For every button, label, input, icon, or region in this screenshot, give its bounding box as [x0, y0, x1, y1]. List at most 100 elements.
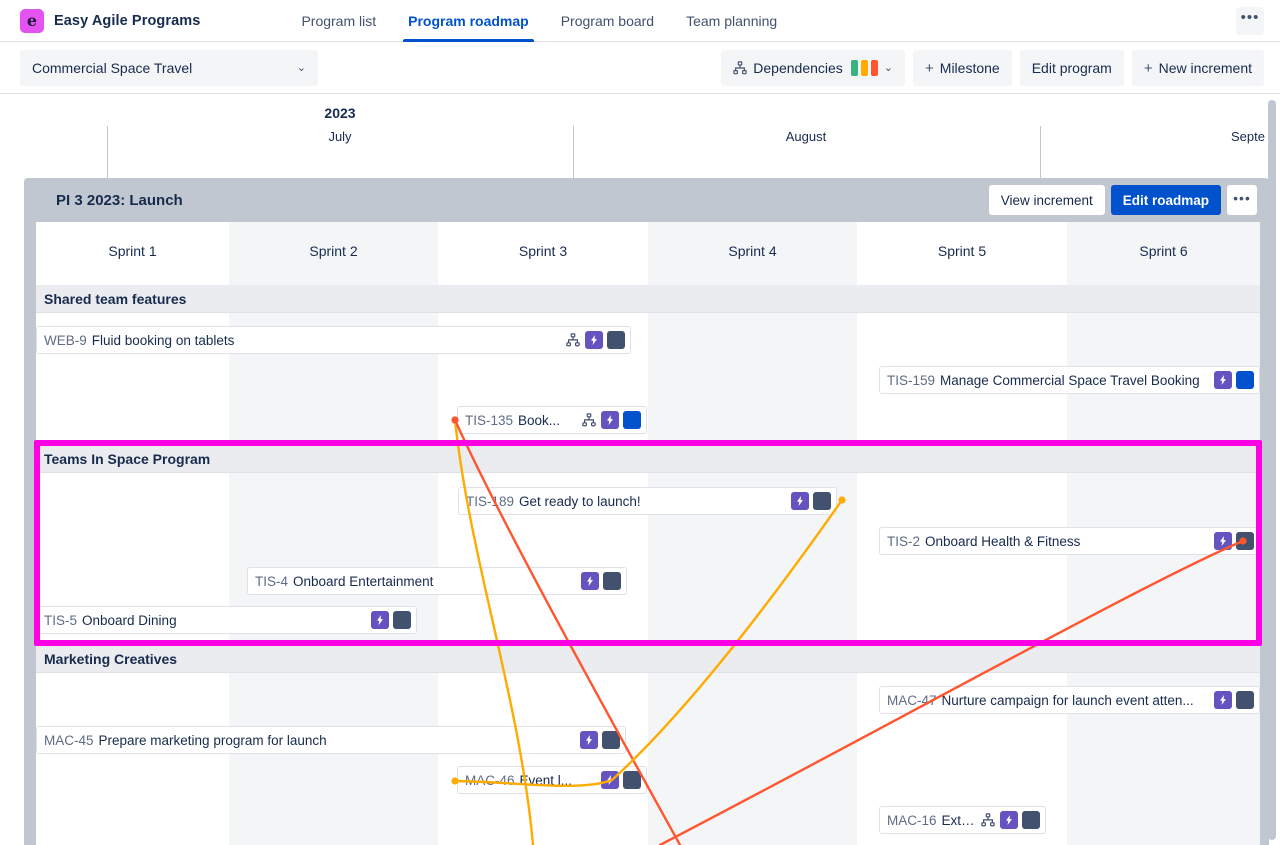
avatar-square-icon[interactable]: [393, 611, 411, 629]
issue-card-icons: [580, 731, 620, 749]
issue-card-tis-2[interactable]: TIS-2Onboard Health & Fitness: [879, 527, 1260, 555]
increment-more-icon[interactable]: •••: [1227, 185, 1257, 215]
dependencies-label: Dependencies: [753, 60, 843, 76]
issue-key: TIS-189: [466, 494, 514, 509]
issue-summary: Onboard Entertainment: [293, 574, 577, 589]
dependency-color-legend: [851, 60, 878, 76]
tab-program-list[interactable]: Program list: [285, 0, 392, 42]
issue-card-icons: [791, 492, 831, 510]
sprint-column-header-3[interactable]: Sprint 3: [438, 222, 648, 280]
issue-card-tis-4[interactable]: TIS-4 Onboard Entertainment: [247, 567, 627, 595]
sprint-column-header-2[interactable]: Sprint 2: [229, 222, 438, 280]
program-selector-value: Commercial Space Travel: [32, 60, 192, 76]
roadmap-board: Sprint 1Sprint 2Sprint 3Sprint 4Sprint 5…: [36, 222, 1260, 845]
avatar-square-icon[interactable]: [813, 492, 831, 510]
swimlane-label: Shared team features: [44, 291, 186, 307]
sprint-column-header-1[interactable]: Sprint 1: [36, 222, 229, 280]
issue-summary: Event l...: [520, 773, 597, 788]
epic-lightning-icon: [601, 411, 619, 429]
timeline-divider: [107, 126, 108, 182]
avatar-square-icon[interactable]: [623, 411, 641, 429]
sprint-grid-column-5: [857, 280, 1067, 845]
issue-summary: Nurture campaign for launch event atten.…: [942, 693, 1210, 708]
issue-card-tis-5[interactable]: TIS-5Onboard Dining: [36, 606, 417, 634]
tab-program-board[interactable]: Program board: [545, 0, 670, 42]
edit-roadmap-button[interactable]: Edit roadmap: [1111, 185, 1221, 215]
vertical-scrollbar[interactable]: [1268, 100, 1276, 840]
dependency-pill-green: [851, 60, 858, 76]
sprint-grid-column-2: [229, 280, 438, 845]
increment-header: PI 3 2023: Launch View increment Edit ro…: [36, 178, 1269, 222]
new-increment-label: New increment: [1159, 60, 1252, 76]
issue-summary: Book...: [518, 413, 577, 428]
issue-card-mac-47[interactable]: MAC-47 Nurture campaign for launch event …: [879, 686, 1260, 714]
issue-key: MAC-47: [887, 693, 937, 708]
issue-card-mac-45[interactable]: MAC-45Prepare marketing program for laun…: [36, 726, 626, 754]
swimlane-header-shared-team-features[interactable]: Shared team features: [36, 285, 1260, 313]
avatar-square-icon[interactable]: [607, 331, 625, 349]
swimlane-header-teams-in-space-program[interactable]: Teams In Space Program: [36, 445, 1260, 473]
timeline-divider: [1040, 126, 1041, 182]
nav-tabs: Program list Program roadmap Program boa…: [285, 0, 793, 42]
issue-card-icons: [980, 811, 1040, 829]
issue-card-icons: [1214, 371, 1254, 389]
epic-lightning-icon: [1214, 532, 1232, 550]
sprint-column-header-4[interactable]: Sprint 4: [648, 222, 857, 280]
dependency-link-icon[interactable]: [565, 332, 581, 348]
issue-summary: Fluid booking on tablets: [92, 333, 561, 348]
timeline-year: 2023: [0, 105, 680, 121]
sprint-column-header-6[interactable]: Sprint 6: [1067, 222, 1260, 280]
dependency-link-icon: [733, 61, 747, 75]
swimlane-header-marketing-creatives[interactable]: Marketing Creatives: [36, 645, 1260, 673]
epic-lightning-icon: [585, 331, 603, 349]
add-milestone-button[interactable]: + Milestone: [913, 50, 1012, 86]
edit-program-button[interactable]: Edit program: [1020, 50, 1124, 86]
tab-team-planning[interactable]: Team planning: [670, 0, 793, 42]
dependencies-button[interactable]: Dependencies ⌄: [721, 50, 905, 86]
issue-key: MAC-46: [465, 773, 515, 788]
issue-card-icons: [565, 331, 625, 349]
brand-name: Easy Agile Programs: [54, 13, 200, 29]
program-selector[interactable]: Commercial Space Travel ⌄: [20, 50, 318, 86]
issue-card-mac-46[interactable]: MAC-46 Event l...: [457, 766, 647, 794]
swimlane-label: Marketing Creatives: [44, 651, 177, 667]
issue-card-icons: [1214, 691, 1254, 709]
issue-summary: Onboard Dining: [82, 613, 367, 628]
avatar-square-icon[interactable]: [1022, 811, 1040, 829]
tab-program-roadmap[interactable]: Program roadmap: [392, 0, 545, 42]
increment-actions: View increment Edit roadmap •••: [989, 185, 1257, 215]
avatar-square-icon[interactable]: [623, 771, 641, 789]
plus-icon: +: [925, 60, 934, 77]
avatar-square-icon[interactable]: [1236, 371, 1254, 389]
issue-summary: Exter...: [942, 813, 976, 828]
issue-card-icons: [1214, 532, 1254, 550]
issue-card-web-9[interactable]: WEB-9Fluid booking on tablets: [36, 326, 631, 354]
issue-card-tis-135[interactable]: TIS-135Book...: [457, 406, 647, 434]
epic-lightning-icon: [1214, 371, 1232, 389]
nav-more-icon[interactable]: •••: [1236, 7, 1264, 35]
issue-card-icons: [371, 611, 411, 629]
plus-icon: +: [1144, 60, 1153, 77]
avatar-square-icon[interactable]: [602, 731, 620, 749]
avatar-square-icon[interactable]: [1236, 532, 1254, 550]
issue-key: MAC-16: [887, 813, 937, 828]
sprint-grid-column-4: [648, 280, 857, 845]
chevron-down-icon: ⌄: [297, 63, 306, 74]
dependency-link-icon[interactable]: [581, 412, 597, 428]
epic-lightning-icon: [580, 731, 598, 749]
view-increment-button[interactable]: View increment: [989, 185, 1105, 215]
issue-card-mac-16[interactable]: MAC-16 Exter...: [879, 806, 1046, 834]
avatar-square-icon[interactable]: [603, 572, 621, 590]
sprint-column-header-5[interactable]: Sprint 5: [857, 222, 1067, 280]
dependency-pill-yellow: [861, 60, 868, 76]
issue-card-tis-159[interactable]: TIS-159Manage Commercial Space Travel Bo…: [879, 366, 1260, 394]
sprint-grid-column-3: [438, 280, 648, 845]
epic-lightning-icon: [1000, 811, 1018, 829]
new-increment-button[interactable]: + New increment: [1132, 50, 1264, 86]
issue-card-tis-189[interactable]: TIS-189Get ready to launch!: [458, 487, 837, 515]
sprint-grid: [36, 280, 1260, 845]
sprint-grid-column-6: [1067, 280, 1260, 845]
avatar-square-icon[interactable]: [1236, 691, 1254, 709]
dependency-link-icon[interactable]: [980, 812, 996, 828]
issue-key: TIS-4: [255, 574, 288, 589]
